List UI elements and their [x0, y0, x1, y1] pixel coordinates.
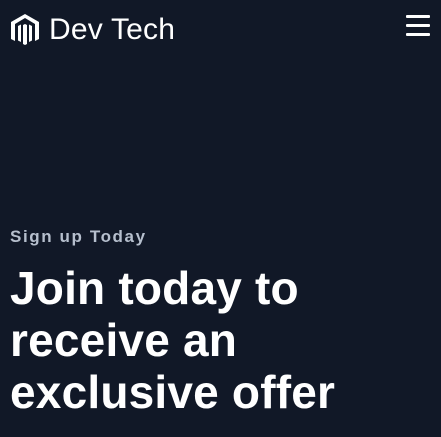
- hero-section: Sign up Today Join today to receive an e…: [10, 226, 435, 418]
- hamburger-menu-icon: [406, 15, 430, 36]
- hero-headline: Join today to receive an exclusive offer: [10, 262, 336, 418]
- brand-home-link[interactable]: Dev Tech: [10, 10, 175, 50]
- brand-logo-icon: [11, 14, 39, 45]
- hero-eyebrow: Sign up Today: [10, 227, 147, 246]
- site-header: Dev Tech: [0, 0, 441, 60]
- brand-name: Dev Tech: [49, 13, 176, 46]
- menu-button[interactable]: [403, 12, 433, 40]
